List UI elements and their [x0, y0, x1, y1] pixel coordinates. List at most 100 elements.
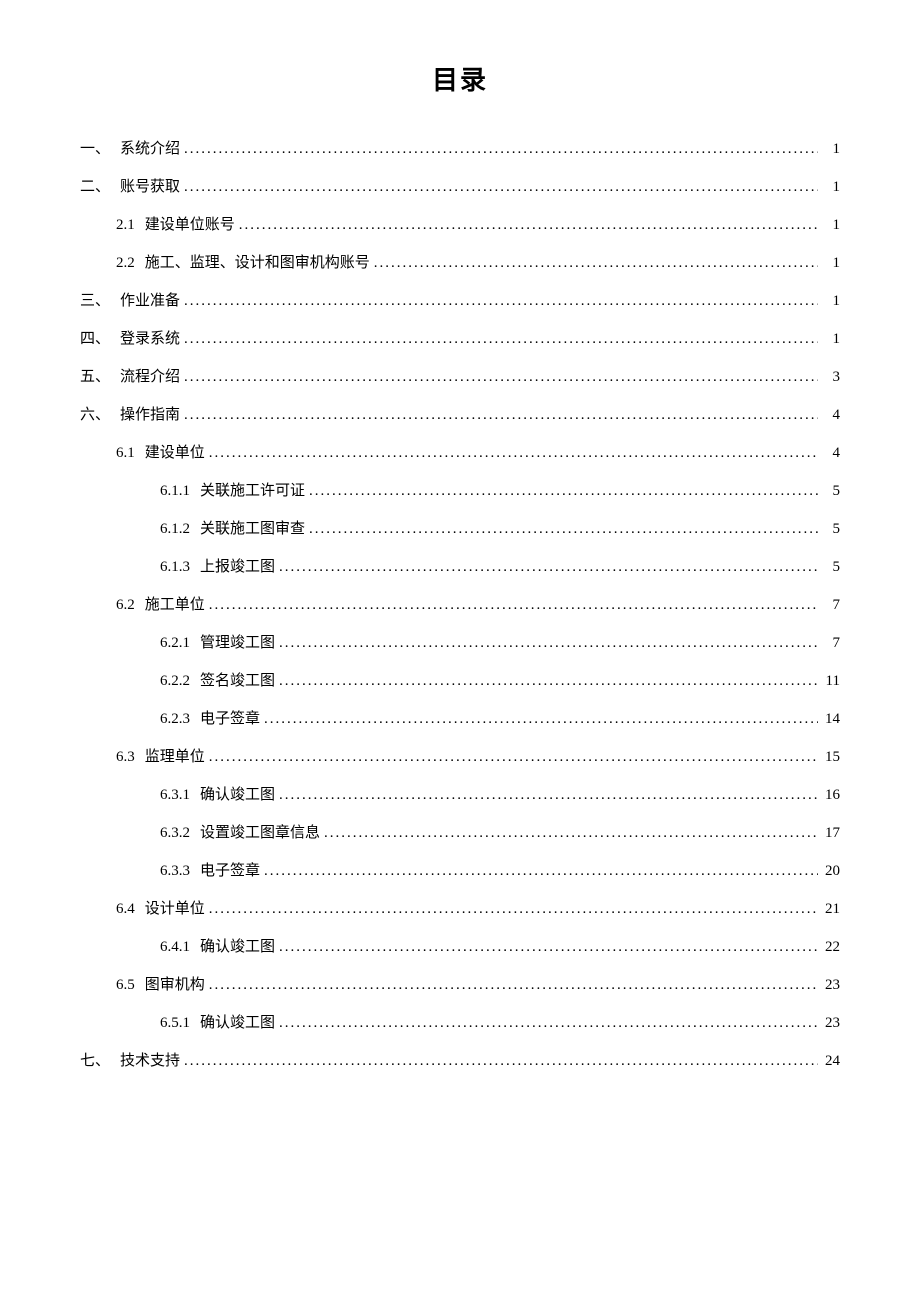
toc-text: 电子签章: [200, 711, 260, 727]
toc-number: 一、: [80, 137, 110, 161]
toc-label: 6.3监理单位: [116, 745, 205, 769]
toc-leader-dots: [279, 631, 818, 655]
toc-entry[interactable]: 6.1.2关联施工图审查5: [80, 517, 840, 541]
toc-entry[interactable]: 6.2.2签名竣工图11: [80, 669, 840, 693]
toc-page-number: 16: [822, 783, 840, 807]
toc-entry[interactable]: 二、账号获取1: [80, 175, 840, 199]
toc-label: 6.3.1 确认竣工图: [160, 783, 275, 807]
toc-text: 关联施工许可证: [200, 483, 305, 499]
toc-number: 七、: [80, 1049, 110, 1073]
toc-number: 6.2.1: [160, 631, 190, 655]
toc-page-number: 7: [822, 593, 840, 617]
toc-text: 监理单位: [145, 749, 205, 765]
toc-entry[interactable]: 6.2.3电子签章14: [80, 707, 840, 731]
toc-leader-dots: [209, 745, 818, 769]
table-of-contents: 一、系统介绍1 二、账号获取1 2.1建设单位账号1 2.2 施工、监理、设计和图审机构…: [80, 137, 840, 1073]
toc-label: 6.2.1管理竣工图: [160, 631, 275, 655]
toc-entry[interactable]: 四、登录系统1: [80, 327, 840, 351]
toc-label: 6.1.3上报竣工图: [160, 555, 275, 579]
toc-leader-dots: [184, 175, 818, 199]
toc-entry[interactable]: 6.5.1确认竣工图23: [80, 1011, 840, 1035]
toc-entry[interactable]: 2.2施工、监理、设计和图审机构账号1: [80, 251, 840, 275]
toc-entry[interactable]: 6.5图审机构23: [80, 973, 840, 997]
toc-text: 确认竣工图: [200, 1015, 275, 1031]
toc-entry[interactable]: 七、技术支持24: [80, 1049, 840, 1073]
toc-page-number: 5: [822, 555, 840, 579]
toc-leader-dots: [264, 859, 818, 883]
toc-label: 6.4设计单位: [116, 897, 205, 921]
toc-leader-dots: [184, 403, 818, 427]
toc-page-number: 1: [822, 327, 840, 351]
toc-text: 确认竣工图: [200, 939, 275, 955]
toc-page-number: 23: [822, 1011, 840, 1035]
toc-entry[interactable]: 2.1建设单位账号1: [80, 213, 840, 237]
toc-page-number: 4: [822, 403, 840, 427]
toc-label: 三、作业准备: [80, 289, 180, 313]
toc-entry[interactable]: 6.3监理单位15: [80, 745, 840, 769]
toc-label: 6.4.1确认竣工图: [160, 935, 275, 959]
toc-label: 6.2施工单位: [116, 593, 205, 617]
toc-label: 6.1建设单位: [116, 441, 205, 465]
toc-label: 6.3.2 设置竣工图章信息: [160, 821, 320, 845]
toc-entry[interactable]: 6.3.2 设置竣工图章信息 17: [80, 821, 840, 845]
toc-page-number: 1: [822, 213, 840, 237]
toc-text: 作业准备: [120, 293, 180, 309]
toc-page-number: 11: [822, 669, 840, 693]
toc-entry[interactable]: 六、操作指南 4: [80, 403, 840, 427]
toc-entry[interactable]: 6.3.1 确认竣工图 16: [80, 783, 840, 807]
toc-entry[interactable]: 6.2施工单位 7: [80, 593, 840, 617]
toc-entry[interactable]: 6.2.1管理竣工图7: [80, 631, 840, 655]
toc-text: 建设单位: [145, 445, 205, 461]
toc-number: 四、: [80, 327, 110, 351]
toc-leader-dots: [209, 593, 818, 617]
page-title: 目录: [80, 60, 840, 97]
toc-number: 2.2: [116, 251, 135, 275]
toc-leader-dots: [209, 973, 818, 997]
toc-number: 六、: [80, 403, 110, 427]
toc-leader-dots: [279, 935, 818, 959]
toc-leader-dots: [279, 1011, 818, 1035]
toc-number: 6.2.2: [160, 669, 190, 693]
toc-leader-dots: [209, 441, 818, 465]
toc-text: 图审机构: [145, 977, 205, 993]
toc-page-number: 1: [822, 175, 840, 199]
toc-number: 五、: [80, 365, 110, 389]
toc-leader-dots: [279, 669, 818, 693]
toc-entry[interactable]: 6.1.1关联施工许可证5: [80, 479, 840, 503]
toc-number: 三、: [80, 289, 110, 313]
toc-text: 关联施工图审查: [200, 521, 305, 537]
toc-page-number: 22: [822, 935, 840, 959]
toc-number: 6.3.2: [160, 821, 190, 845]
toc-label: 六、操作指南: [80, 403, 180, 427]
toc-page-number: 1: [822, 289, 840, 313]
toc-label: 6.2.3电子签章: [160, 707, 260, 731]
toc-entry[interactable]: 五、流程介绍3: [80, 365, 840, 389]
toc-entry[interactable]: 6.1建设单位4: [80, 441, 840, 465]
toc-text: 施工、监理、设计和图审机构账号: [145, 255, 370, 271]
toc-page-number: 17: [822, 821, 840, 845]
toc-entry[interactable]: 6.4.1确认竣工图 22: [80, 935, 840, 959]
toc-text: 电子签章: [200, 863, 260, 879]
toc-text: 设置竣工图章信息: [200, 825, 320, 841]
toc-leader-dots: [184, 1049, 818, 1073]
toc-entry[interactable]: 6.4设计单位21: [80, 897, 840, 921]
toc-number: 6.1.1: [160, 479, 190, 503]
toc-entry[interactable]: 一、系统介绍1: [80, 137, 840, 161]
toc-entry[interactable]: 6.3.3电子签章20: [80, 859, 840, 883]
toc-leader-dots: [184, 289, 818, 313]
toc-leader-dots: [309, 517, 818, 541]
toc-text: 确认竣工图: [200, 787, 275, 803]
toc-leader-dots: [184, 327, 818, 351]
toc-page-number: 23: [822, 973, 840, 997]
toc-page-number: 3: [822, 365, 840, 389]
toc-label: 6.3.3电子签章: [160, 859, 260, 883]
toc-page-number: 24: [822, 1049, 840, 1073]
toc-leader-dots: [209, 897, 818, 921]
toc-entry[interactable]: 6.1.3上报竣工图 5: [80, 555, 840, 579]
toc-leader-dots: [309, 479, 818, 503]
toc-entry[interactable]: 三、作业准备 1: [80, 289, 840, 313]
toc-number: 6.3.1: [160, 783, 190, 807]
toc-label: 2.2 施工、监理、设计和图审机构账号: [116, 251, 370, 275]
toc-number: 6.1.3: [160, 555, 190, 579]
toc-label: 6.1.2关联施工图审查: [160, 517, 305, 541]
